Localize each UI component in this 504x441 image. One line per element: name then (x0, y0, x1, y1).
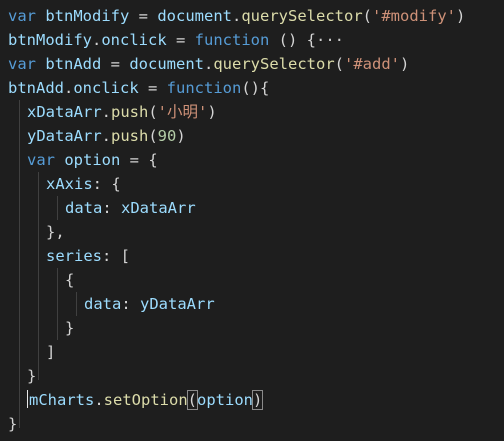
method-name: push (111, 103, 149, 121)
identifier: option (197, 391, 254, 409)
dot: . (64, 79, 74, 97)
string-literal: '#add' (344, 55, 401, 73)
code-line-3[interactable]: var btnAdd = document.querySelector('#ad… (8, 52, 409, 76)
identifier: btnModify (8, 31, 92, 49)
number-literal: 90 (157, 127, 177, 145)
paren: ) (207, 103, 217, 121)
paren: ( (334, 55, 345, 73)
code-text: : [ (102, 247, 130, 265)
code-line-12[interactable]: { (65, 268, 74, 292)
paren: ( (148, 127, 158, 145)
paren: ) (456, 7, 466, 25)
matched-paren: ) (251, 390, 264, 410)
code-line-10[interactable]: }, (46, 220, 65, 244)
code-line-2[interactable]: btnModify.onclick = function () {··· (8, 28, 344, 52)
code-text: (){ (241, 79, 270, 97)
identifier: xDataArr (27, 103, 102, 121)
object-key: data (84, 295, 122, 313)
indent-guide-5 (76, 292, 77, 316)
paren: ) (400, 55, 410, 73)
keyword-function: function (166, 79, 242, 97)
code-line-17[interactable]: mCharts.setOption(option) (27, 388, 264, 412)
dot: . (94, 391, 104, 409)
keyword-function: function (194, 31, 270, 49)
method-name: querySelector (213, 55, 335, 73)
identifier: document (129, 55, 204, 73)
text-cursor (27, 390, 28, 408)
property: onclick (73, 79, 139, 97)
code-line-6[interactable]: yDataArr.push(90) (27, 124, 186, 148)
operator: = (138, 79, 167, 97)
code-editor[interactable]: var btnModify = document.querySelector('… (0, 0, 504, 441)
code-line-11[interactable]: series: [ (46, 244, 130, 268)
identifier: yDataArr (140, 295, 215, 313)
identifier: btnAdd (45, 55, 102, 73)
identifier: yDataArr (27, 127, 102, 145)
indent-guide-4 (57, 268, 58, 340)
code-text: }, (46, 223, 65, 241)
dot: . (204, 55, 214, 73)
colon: : (121, 295, 140, 313)
dot: . (92, 31, 102, 49)
paren: ( (148, 103, 158, 121)
operator: = (129, 7, 158, 25)
dot: . (232, 7, 242, 25)
object-key: data (65, 199, 103, 217)
method-name: push (111, 127, 149, 145)
paren: ) (176, 127, 186, 145)
code-line-8[interactable]: xAxis: { (46, 172, 121, 196)
indent-guide-2 (38, 172, 39, 380)
identifier: btnModify (45, 7, 130, 25)
identifier: xDataArr (121, 199, 196, 217)
code-text: = { (120, 151, 158, 169)
matched-paren: ( (186, 390, 199, 410)
code-text: } (65, 319, 75, 337)
code-text: ] (46, 343, 56, 361)
colon: : (102, 199, 121, 217)
object-key: xAxis (46, 175, 93, 193)
method-name: querySelector (241, 7, 363, 25)
code-text: } (8, 415, 18, 433)
code-line-9[interactable]: data: xDataArr (65, 196, 196, 220)
operator: = (166, 31, 195, 49)
dot: . (101, 127, 111, 145)
method-name: setOption (103, 391, 188, 409)
folded-code-ellipsis-icon[interactable]: ··· (316, 31, 344, 49)
operator: = (101, 55, 130, 73)
identifier: btnAdd (8, 79, 64, 97)
code-line-15[interactable]: ] (46, 340, 55, 364)
code-line-7[interactable]: var option = { (27, 148, 158, 172)
identifier: document (157, 7, 232, 25)
property: onclick (101, 31, 167, 49)
keyword-var: var (8, 7, 36, 25)
identifier: option (64, 151, 121, 169)
string-literal: '#modify' (372, 7, 457, 25)
identifier: mCharts (29, 391, 95, 409)
indent-guide-1 (19, 100, 20, 428)
code-line-1[interactable]: var btnModify = document.querySelector('… (8, 4, 465, 28)
code-line-16[interactable]: } (27, 364, 36, 388)
dot: . (101, 103, 111, 121)
code-text: } (27, 367, 37, 385)
code-line-4[interactable]: btnAdd.onclick = function(){ (8, 76, 269, 100)
code-line-13[interactable]: data: yDataArr (84, 292, 215, 316)
indent-guide-3 (57, 196, 58, 220)
paren: ( (362, 7, 373, 25)
keyword-var: var (27, 151, 55, 169)
string-literal: '小明' (157, 103, 208, 121)
code-text: () { (269, 31, 316, 49)
keyword-var: var (8, 55, 36, 73)
code-text: : { (92, 175, 121, 193)
code-text: { (65, 271, 75, 289)
code-line-5[interactable]: xDataArr.push('小明') (27, 100, 217, 124)
object-key: series (46, 247, 102, 265)
code-line-18[interactable]: } (8, 412, 17, 436)
code-line-14[interactable]: } (65, 316, 74, 340)
